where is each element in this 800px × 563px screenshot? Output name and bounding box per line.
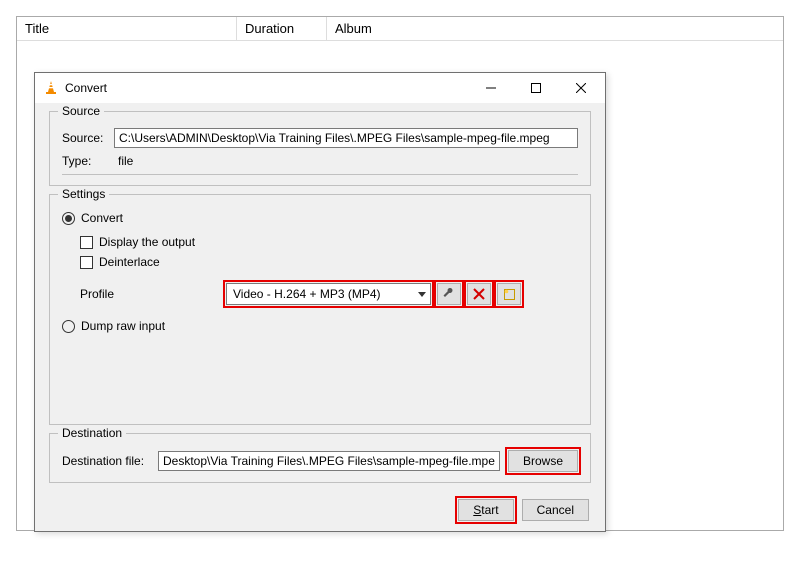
minimize-button[interactable]: [468, 73, 513, 103]
x-icon: [473, 288, 485, 300]
column-header-title[interactable]: Title: [17, 17, 237, 40]
source-label: Source:: [62, 131, 114, 145]
dump-raw-label: Dump raw input: [81, 319, 165, 333]
checkbox-icon: [80, 236, 93, 249]
close-button[interactable]: [558, 73, 603, 103]
source-group: Source Source: Type: file: [49, 111, 591, 186]
new-file-icon: [503, 288, 516, 301]
chevron-down-icon: [418, 292, 426, 297]
maximize-button[interactable]: [513, 73, 558, 103]
convert-radio[interactable]: Convert: [62, 211, 578, 225]
deinterlace-checkbox[interactable]: Deinterlace: [80, 255, 578, 269]
source-divider: [62, 174, 578, 175]
radio-icon: [62, 212, 75, 225]
deinterlace-label: Deinterlace: [99, 255, 160, 269]
column-header-album[interactable]: Album: [327, 17, 783, 40]
start-button[interactable]: Start: [458, 499, 513, 521]
display-output-checkbox[interactable]: Display the output: [80, 235, 578, 249]
checkbox-icon: [80, 256, 93, 269]
wrench-icon: [442, 287, 456, 301]
cancel-button[interactable]: Cancel: [522, 499, 589, 521]
display-output-label: Display the output: [99, 235, 195, 249]
dest-file-input[interactable]: [158, 451, 500, 471]
profile-selected-value: Video - H.264 + MP3 (MP4): [233, 287, 381, 301]
convert-radio-label: Convert: [81, 211, 123, 225]
settings-legend: Settings: [58, 187, 109, 201]
source-legend: Source: [58, 104, 104, 118]
source-input[interactable]: [114, 128, 578, 148]
dest-file-label: Destination file:: [62, 454, 158, 468]
dialog-title: Convert: [65, 81, 468, 95]
settings-group: Settings Convert Display the output Dein…: [49, 194, 591, 425]
type-label: Type:: [62, 154, 114, 168]
dump-raw-radio[interactable]: Dump raw input: [62, 319, 578, 333]
column-header-duration[interactable]: Duration: [237, 17, 327, 40]
destination-group: Destination Destination file: Browse: [49, 433, 591, 483]
delete-profile-button[interactable]: [467, 283, 491, 305]
type-value: file: [114, 154, 133, 168]
browse-button[interactable]: Browse: [508, 450, 578, 472]
table-header: Title Duration Album: [17, 17, 783, 41]
titlebar: Convert: [35, 73, 605, 103]
radio-icon: [62, 320, 75, 333]
edit-profile-button[interactable]: [437, 283, 461, 305]
vlc-cone-icon: [43, 80, 59, 96]
profile-dropdown[interactable]: Video - H.264 + MP3 (MP4): [226, 283, 431, 305]
convert-dialog: Convert Source Source: Type: file Se: [34, 72, 606, 532]
destination-legend: Destination: [58, 426, 126, 440]
new-profile-button[interactable]: [497, 283, 521, 305]
dialog-footer: Start Cancel: [49, 499, 591, 521]
profile-label: Profile: [80, 287, 220, 301]
